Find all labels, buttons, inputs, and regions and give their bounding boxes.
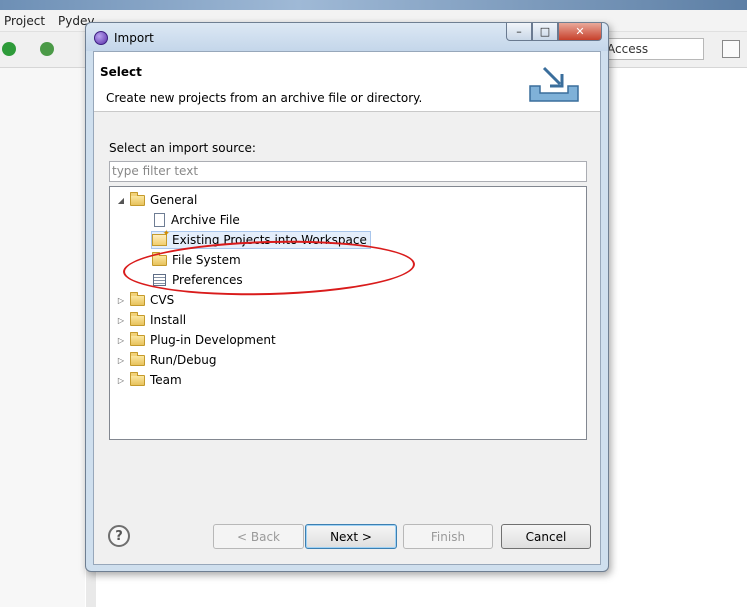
dialog-titlebar[interactable]: Import – □ ✕ (86, 23, 608, 51)
import-dialog: Import – □ ✕ Select Create new projects … (85, 22, 609, 572)
eclipse-icon (94, 31, 108, 45)
tree-item-team[interactable]: ▷ Team (116, 371, 182, 389)
page-title: Select (100, 65, 142, 79)
tree-item-preferences[interactable]: Preferences (152, 271, 243, 289)
tree-item-label: Plug-in Development (150, 333, 276, 347)
tree-item-label: Install (150, 313, 187, 327)
tree-item-install[interactable]: ▷ Install (116, 311, 186, 329)
expand-arrow-icon[interactable]: ▷ (116, 356, 126, 365)
tree-item-label: Existing Projects into Workspace (172, 233, 367, 247)
tree-item-file-system[interactable]: File System (152, 251, 241, 269)
folder-icon (130, 291, 145, 306)
folder-icon (130, 351, 145, 366)
expand-arrow-icon[interactable]: ▷ (116, 336, 126, 345)
dialog-title: Import (114, 31, 154, 45)
debug-icon[interactable] (40, 42, 54, 56)
filter-input[interactable]: type filter text (109, 161, 587, 182)
menu-project[interactable]: Project (4, 14, 45, 28)
finish-button[interactable]: Finish (403, 524, 493, 549)
next-button[interactable]: Next > (305, 524, 397, 549)
tree-item-label: Archive File (171, 213, 240, 227)
tree-item-label: Team (150, 373, 182, 387)
tree-item-existing-projects[interactable]: Existing Projects into Workspace (151, 229, 371, 249)
tree-item-archive-file[interactable]: Archive File (152, 211, 240, 229)
ide-left-panel (0, 68, 85, 607)
tree-item-label: File System (172, 253, 241, 267)
folder-icon (130, 191, 145, 206)
tree-item-label: General (150, 193, 198, 207)
tree-item-general[interactable]: ◢ General (116, 191, 197, 209)
tree-item-label: CVS (150, 293, 175, 307)
expand-arrow-icon[interactable]: ▷ (116, 296, 126, 305)
folder-icon (130, 371, 145, 386)
import-source-tree: ◢ General Archive File Existing Projects… (109, 186, 587, 440)
tree-item-run-debug[interactable]: ▷ Run/Debug (116, 351, 217, 369)
page-description: Create new projects from an archive file… (106, 91, 423, 105)
project-icon (152, 229, 170, 246)
tree-item-plugin-development[interactable]: ▷ Plug-in Development (116, 331, 276, 349)
preferences-icon (153, 274, 166, 286)
maximize-button[interactable]: □ (532, 23, 558, 41)
expand-arrow-icon[interactable]: ▷ (116, 316, 126, 325)
close-button[interactable]: ✕ (558, 23, 602, 41)
import-wizard-icon (529, 66, 579, 102)
folder-icon (152, 251, 167, 266)
perspective-icon[interactable] (722, 40, 740, 58)
collapse-arrow-icon[interactable]: ◢ (116, 196, 126, 205)
back-button[interactable]: < Back (213, 524, 304, 549)
run-icon[interactable] (2, 42, 16, 56)
import-source-label: Select an import source: (109, 141, 256, 155)
ide-title-strip (0, 0, 747, 10)
tree-item-cvs[interactable]: ▷ CVS (116, 291, 174, 309)
minimize-button[interactable]: – (506, 23, 532, 41)
wizard-header: Select Create new projects from an archi… (94, 52, 600, 112)
folder-icon (130, 331, 145, 346)
tree-item-label: Run/Debug (150, 353, 217, 367)
quick-access-input[interactable]: Access (600, 38, 704, 60)
archive-file-icon (154, 213, 165, 227)
help-icon[interactable]: ? (108, 525, 130, 547)
dialog-body: Select Create new projects from an archi… (93, 51, 601, 565)
folder-icon (130, 311, 145, 326)
cancel-button[interactable]: Cancel (501, 524, 591, 549)
expand-arrow-icon[interactable]: ▷ (116, 376, 126, 385)
tree-item-label: Preferences (172, 273, 243, 287)
